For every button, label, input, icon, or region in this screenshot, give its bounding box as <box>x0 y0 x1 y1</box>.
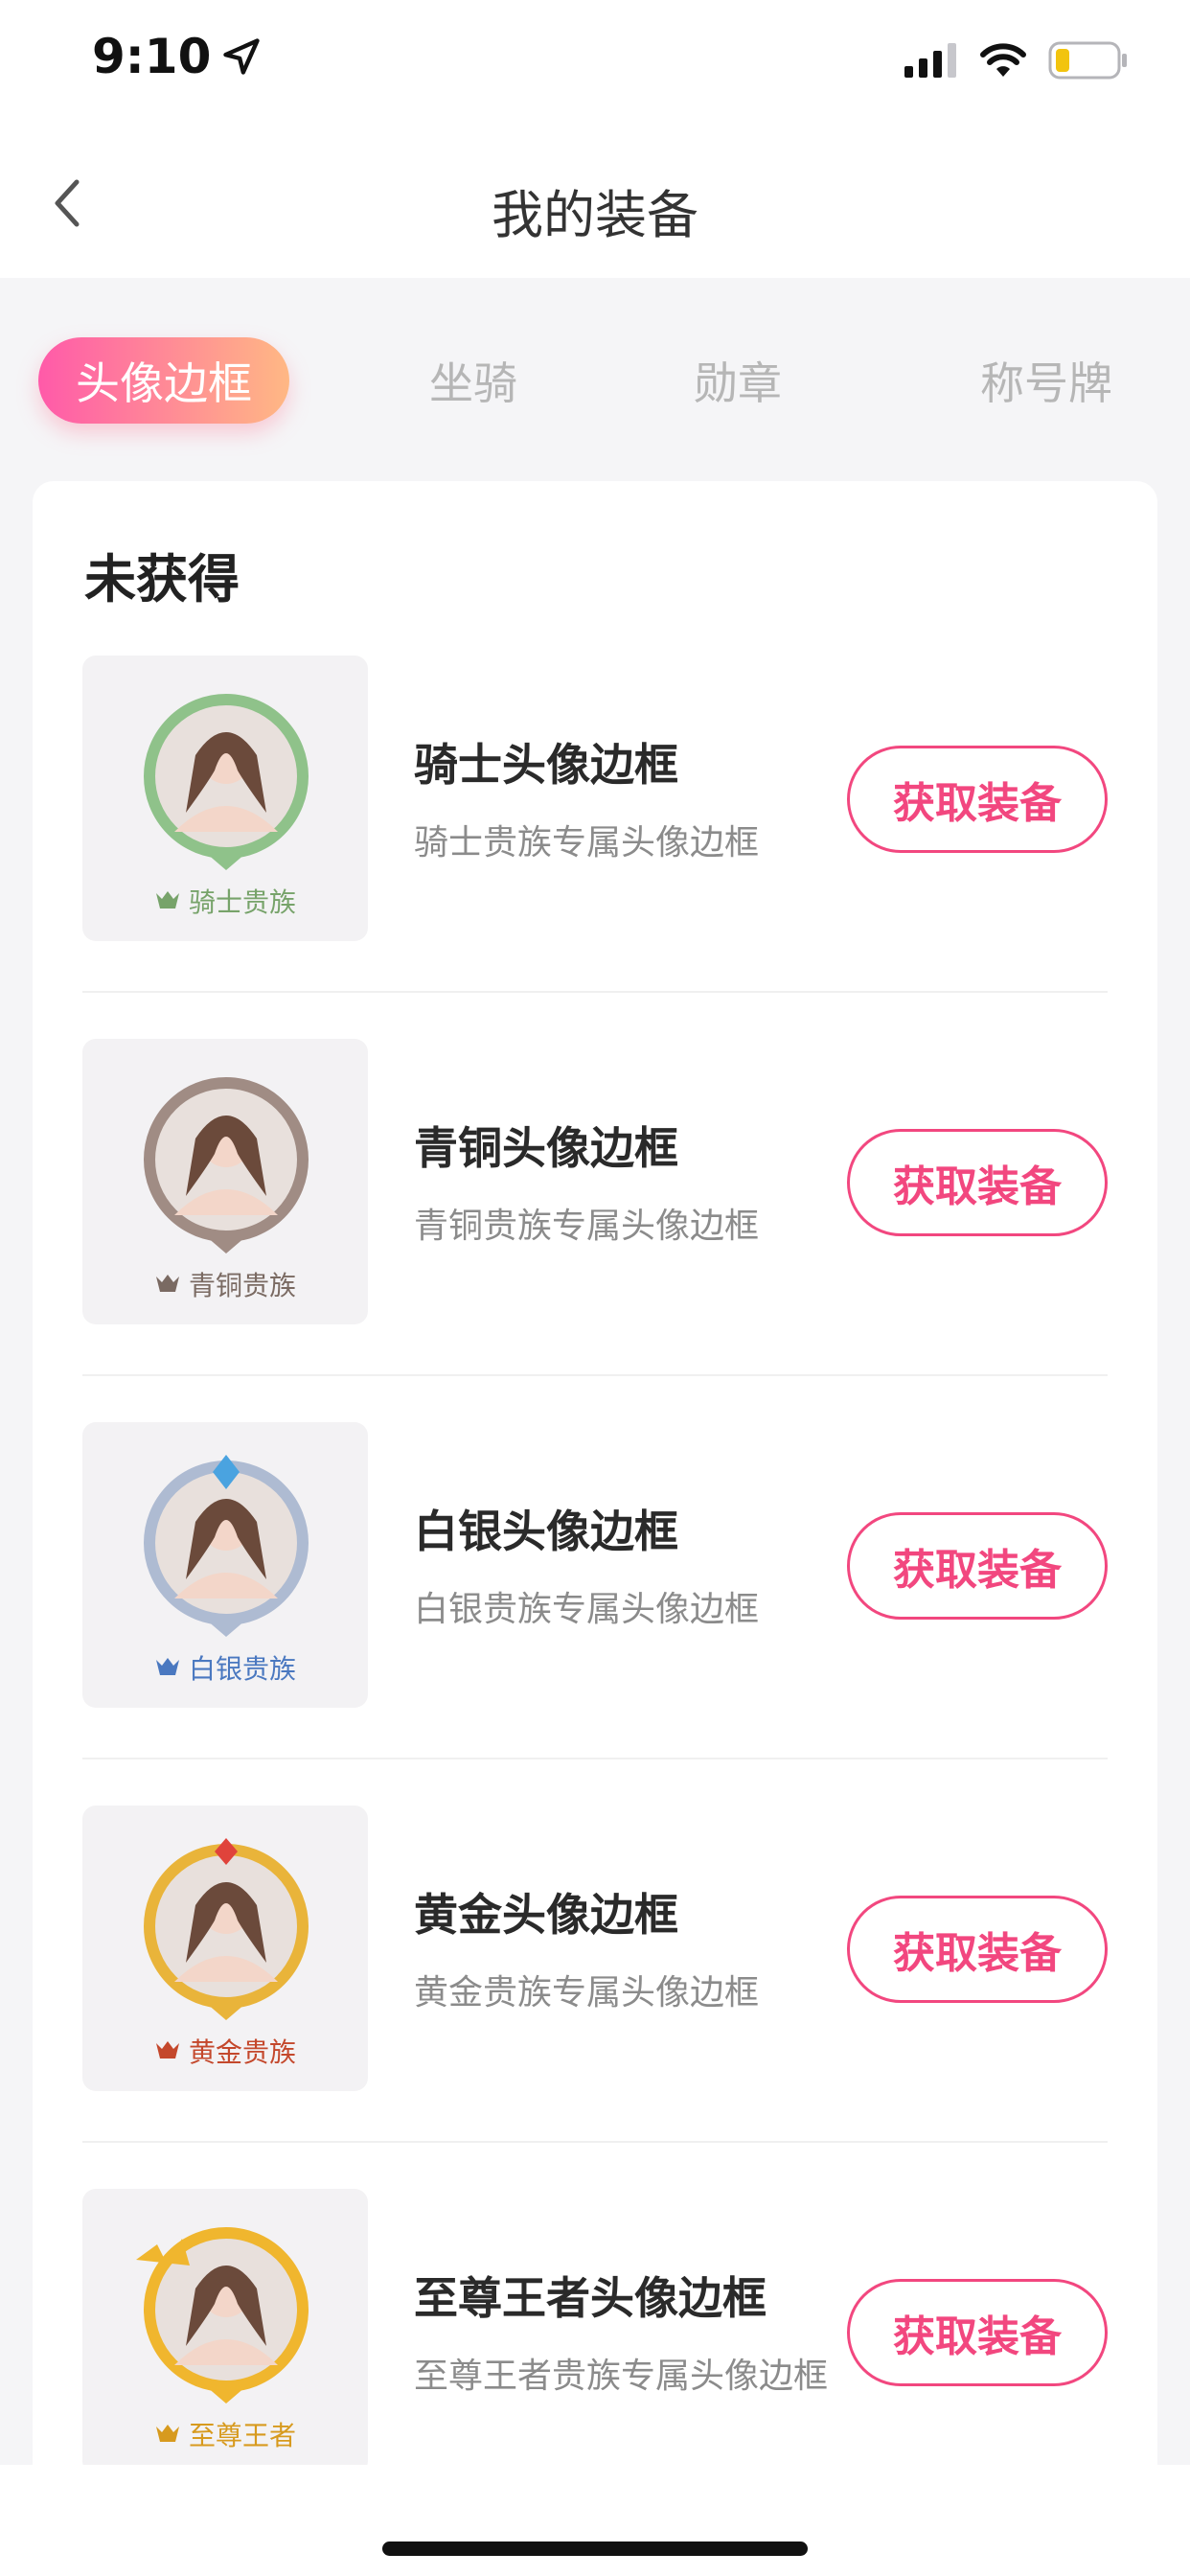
item-title: 至尊王者头像边框 <box>414 2272 767 2324</box>
item-title: 青铜头像边框 <box>414 1122 678 1174</box>
tier-label: 黄金贵族 <box>82 2032 368 2070</box>
battery-low-icon <box>1048 41 1127 80</box>
frame-thumbnail: 骑士贵族 <box>82 656 368 941</box>
tab-bar: 头像边框 坐骑 勋章 称号牌 <box>0 278 1190 479</box>
status-icons <box>904 40 1129 80</box>
tab-title-plate[interactable]: 称号牌 <box>943 337 1150 424</box>
get-equipment-button[interactable]: 获取装备 <box>847 2279 1108 2386</box>
item-title: 骑士头像边框 <box>414 739 678 791</box>
item-description: 至尊王者贵族专属头像边框 <box>414 2357 829 2396</box>
item-description: 黄金贵族专属头像边框 <box>414 1973 760 2012</box>
divider <box>82 2141 1108 2143</box>
page-title: 我的装备 <box>492 185 698 245</box>
item-description: 骑士贵族专属头像边框 <box>414 823 760 862</box>
tab-medal[interactable]: 勋章 <box>650 337 826 424</box>
get-equipment-button[interactable]: 获取装备 <box>847 1129 1108 1236</box>
location-arrow-icon <box>223 38 261 75</box>
tier-label: 骑士贵族 <box>82 882 368 920</box>
list-item: 骑士贵族 骑士头像边框 骑士贵族专属头像边框 获取装备 <box>33 656 1157 1039</box>
tier-emblem-icon <box>155 891 179 908</box>
get-equipment-button[interactable]: 获取装备 <box>847 1512 1108 1620</box>
tier-label: 青铜贵族 <box>82 1265 368 1303</box>
home-indicator[interactable] <box>382 2542 808 2556</box>
tier-label-text: 青铜贵族 <box>188 1270 296 1301</box>
tier-emblem-icon <box>155 1658 179 1675</box>
tier-label-text: 黄金贵族 <box>188 2036 296 2068</box>
status-bar: 9:10 <box>0 0 1190 126</box>
frame-thumbnail: 至尊王者 <box>82 2189 368 2474</box>
tier-emblem-icon <box>155 2041 179 2058</box>
avatar-frame-icon <box>144 1838 309 2020</box>
frame-thumbnail: 青铜贵族 <box>82 1039 368 1324</box>
nav-bar: 我的装备 <box>0 126 1190 278</box>
frame-thumbnail: 黄金贵族 <box>82 1806 368 2091</box>
tier-label: 至尊王者 <box>82 2415 368 2453</box>
tab-avatar-frame[interactable]: 头像边框 <box>38 337 289 424</box>
tab-mount[interactable]: 坐骑 <box>385 337 561 424</box>
equipment-card: 未获得 骑士贵族 骑士头像边框 骑士贵族专属头像边框 获取装备 青铜贵族 青铜头… <box>33 481 1157 2576</box>
avatar-frame-icon <box>136 2227 309 2404</box>
item-description: 白银贵族专属头像边框 <box>414 1590 760 1629</box>
avatar-frame-icon <box>144 1455 309 1637</box>
item-description: 青铜贵族专属头像边框 <box>414 1207 760 1246</box>
get-equipment-button[interactable]: 获取装备 <box>847 1896 1108 2003</box>
avatar-frame-icon <box>144 694 309 870</box>
item-title: 白银头像边框 <box>414 1506 678 1557</box>
list-item: 黄金贵族 黄金头像边框 黄金贵族专属头像边框 获取装备 <box>33 1806 1157 2189</box>
tier-label-text: 骑士贵族 <box>188 886 296 918</box>
list-item: 青铜贵族 青铜头像边框 青铜贵族专属头像边框 获取装备 <box>33 1039 1157 1422</box>
tier-label-text: 至尊王者 <box>188 2420 296 2451</box>
status-time: 9:10 <box>92 29 263 84</box>
status-time-text: 9:10 <box>92 29 212 84</box>
divider <box>82 1758 1108 1760</box>
frame-thumbnail: 白银贵族 <box>82 1422 368 1708</box>
section-title: 未获得 <box>84 549 240 610</box>
item-title: 黄金头像边框 <box>414 1889 678 1941</box>
get-equipment-button[interactable]: 获取装备 <box>847 746 1108 853</box>
tier-label-text: 白银贵族 <box>188 1653 296 1685</box>
cellular-signal-icon <box>904 43 956 78</box>
tier-label: 白银贵族 <box>82 1648 368 1687</box>
list-item: 白银贵族 白银头像边框 白银贵族专属头像边框 获取装备 <box>33 1422 1157 1806</box>
wifi-icon <box>980 43 1026 77</box>
divider <box>82 1374 1108 1376</box>
tier-emblem-icon <box>155 2425 179 2442</box>
home-indicator-area <box>0 2465 1190 2576</box>
avatar-frame-icon <box>144 1077 309 1254</box>
tier-emblem-icon <box>155 1275 179 1292</box>
divider <box>82 991 1108 993</box>
